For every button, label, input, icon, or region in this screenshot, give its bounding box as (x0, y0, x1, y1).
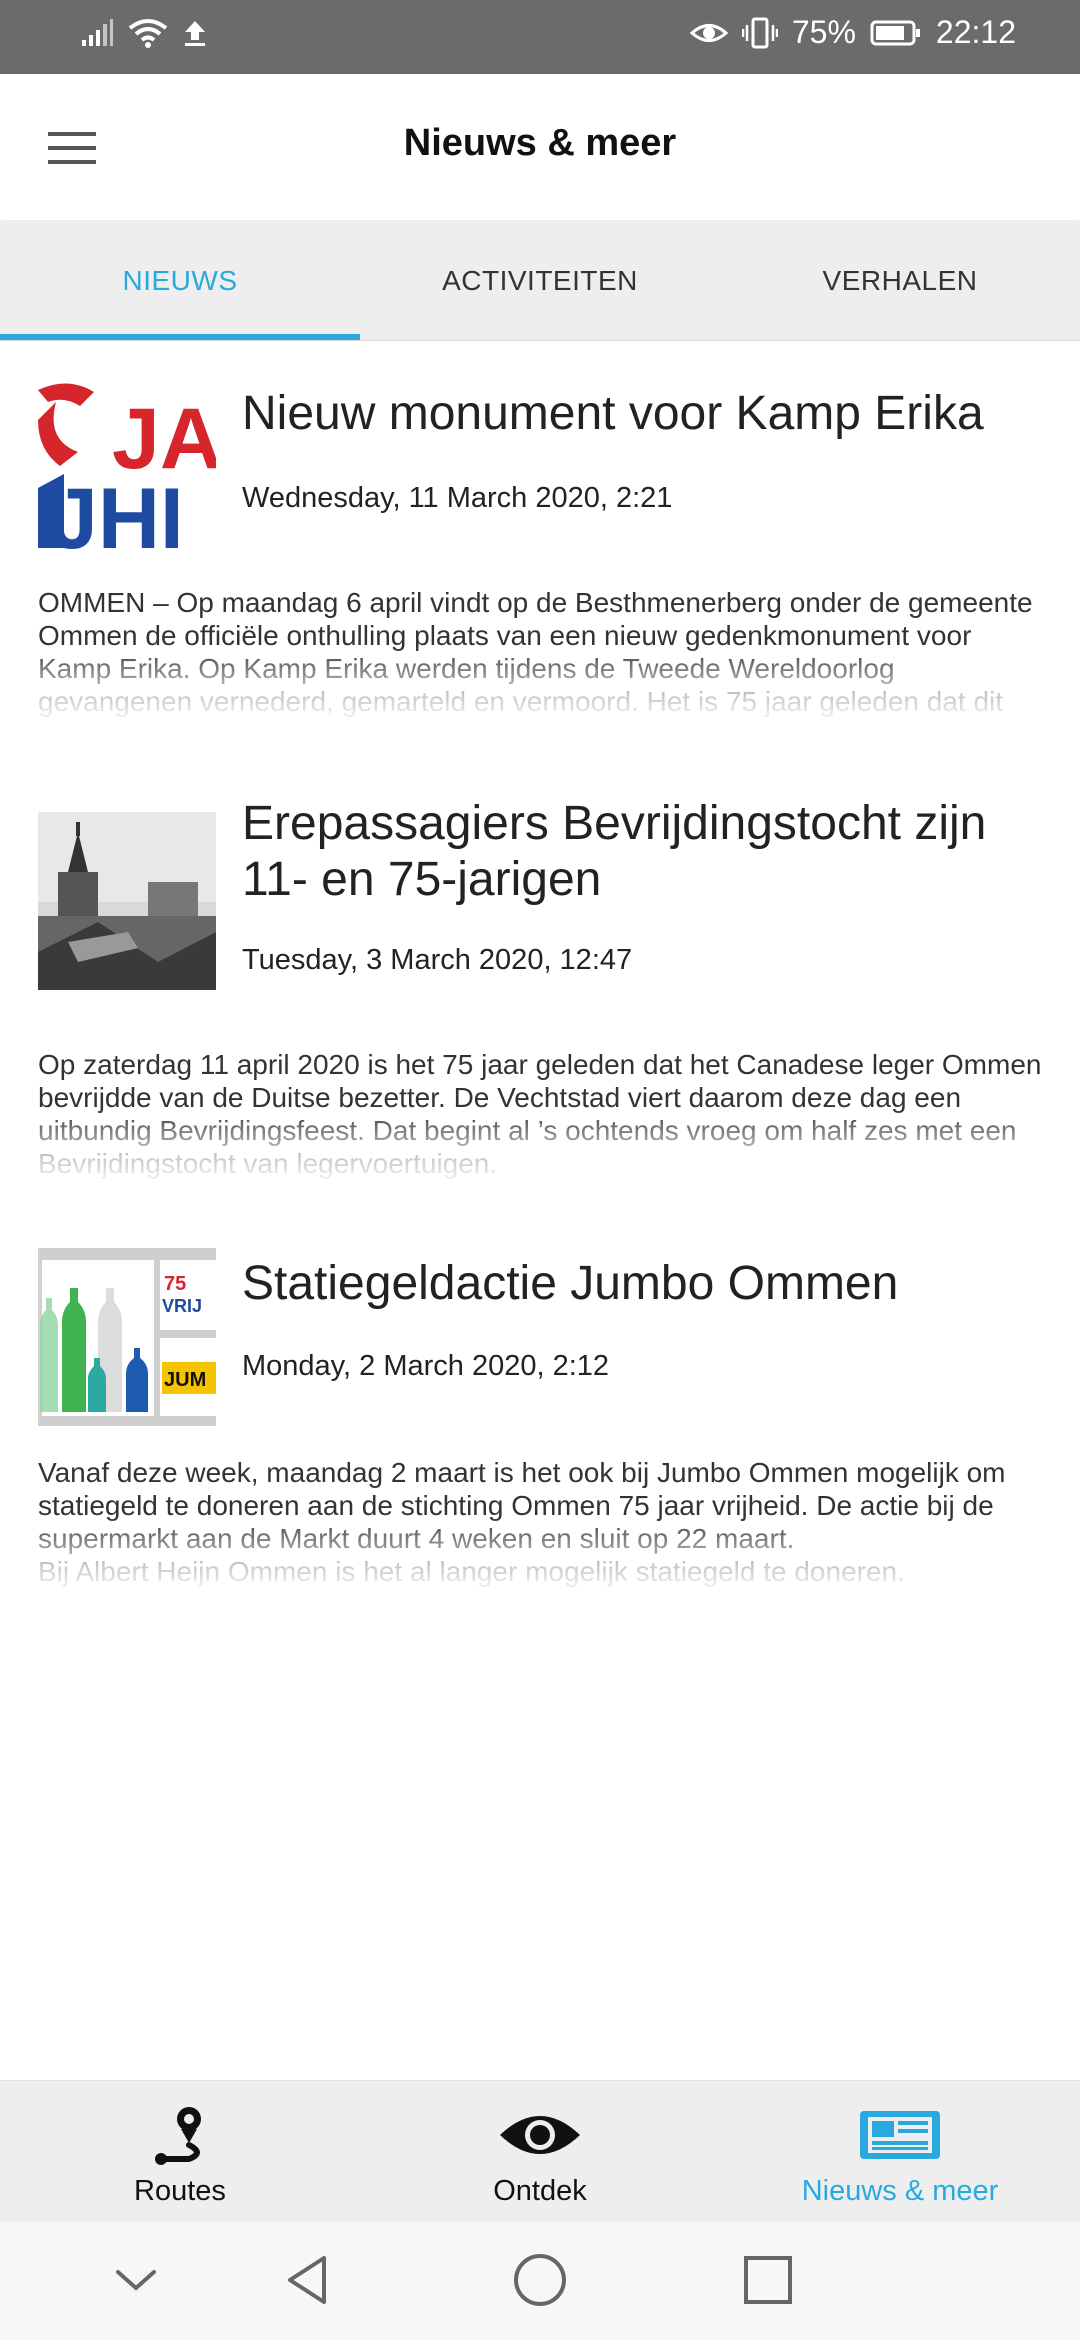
article-thumbnail: JA JHI (38, 380, 216, 558)
back-triangle-icon (288, 2256, 326, 2304)
article-title[interactable]: Erepassagiers Bevrijdingstocht zijn 11- … (242, 796, 1062, 908)
news-item[interactable]: JA JHI Nieuw monument voor Kamp Erika We… (38, 380, 1048, 740)
app-bar: Nieuws & meer (0, 74, 1080, 220)
upload-icon (185, 21, 205, 46)
home-button[interactable] (510, 2250, 570, 2310)
tab-nieuws[interactable]: NIEUWS (0, 222, 360, 340)
article-date: Tuesday, 3 March 2020, 12:47 (242, 944, 633, 976)
nav-routes[interactable]: Routes (0, 2081, 360, 2223)
eye-icon (498, 2103, 582, 2167)
thumb-text-75: 75 (164, 1273, 186, 1295)
battery-percent: 75% (791, 14, 856, 50)
page-title: Nieuws & meer (403, 122, 677, 164)
logo-image: JA JHI (38, 383, 216, 558)
route-icon (145, 2103, 215, 2167)
article-date: Monday, 2 March 2020, 2:12 (242, 1350, 610, 1382)
article-excerpt: Op zaterdag 11 april 2020 is het 75 jaar… (38, 1049, 1042, 1179)
battery-icon (870, 20, 920, 45)
thumb-text-jumbo: JUM (164, 1369, 206, 1391)
tab-activiteiten[interactable]: ACTIVITEITEN (360, 222, 720, 340)
vibrate-icon (741, 17, 778, 48)
clock: 22:12 (935, 14, 1016, 50)
article-title[interactable]: Statiegeldactie Jumbo Ommen (242, 1256, 1062, 1312)
signal-icon (82, 19, 113, 46)
nav-label: Nieuws & meer (801, 2175, 999, 2207)
status-bar: 75% 22:12 (0, 0, 1080, 74)
status-left (80, 18, 208, 48)
bottles-image: 75 VRIJ JUM (38, 1248, 216, 1426)
tab-verhalen[interactable]: VERHALEN (720, 222, 1080, 340)
article-excerpt: Vanaf deze week, maandag 2 maart is het … (38, 1457, 1006, 1587)
article-date: Wednesday, 11 March 2020, 2:21 (242, 482, 673, 514)
status-right: 75% 22:12 (689, 14, 1016, 51)
article-excerpt: OMMEN – Op maandag 6 april vindt op de B… (38, 587, 1033, 720)
newspaper-icon (858, 2103, 942, 2167)
home-circle-icon (514, 2254, 566, 2306)
bottom-navigation: Routes Ontdek Nieuws & meer (0, 2080, 1080, 2223)
nav-label: Ontdek (493, 2175, 587, 2207)
hide-nav-button[interactable] (106, 2250, 166, 2310)
nav-ontdek[interactable]: Ontdek (360, 2081, 720, 2223)
news-item[interactable]: Erepassagiers Bevrijdingstocht zijn 11- … (38, 796, 1048, 1186)
system-navigation-bar (0, 2222, 1080, 2340)
recents-button[interactable] (738, 2250, 798, 2310)
tab-bar: NIEUWS ACTIVITEITEN VERHALEN (0, 222, 1080, 341)
eye-comfort-icon (689, 23, 728, 42)
news-item[interactable]: 75 VRIJ JUM Statiegeldactie Jumbo Ommen … (38, 1248, 1048, 1598)
thumb-text-vrij: VRIJ (162, 1296, 202, 1316)
nav-label: Routes (134, 2175, 226, 2207)
recents-square-icon (744, 2256, 792, 2304)
article-title[interactable]: Nieuw monument voor Kamp Erika (242, 386, 1062, 442)
article-thumbnail: 75 VRIJ JUM (38, 1248, 216, 1426)
logo-text-bottom: JHI (50, 471, 184, 558)
wifi-icon (128, 19, 168, 48)
historic-photo-image (38, 812, 216, 990)
article-thumbnail (38, 812, 216, 990)
nav-nieuws-meer[interactable]: Nieuws & meer (720, 2081, 1080, 2223)
back-button[interactable] (278, 2250, 338, 2310)
chevron-down-icon (116, 2270, 156, 2291)
